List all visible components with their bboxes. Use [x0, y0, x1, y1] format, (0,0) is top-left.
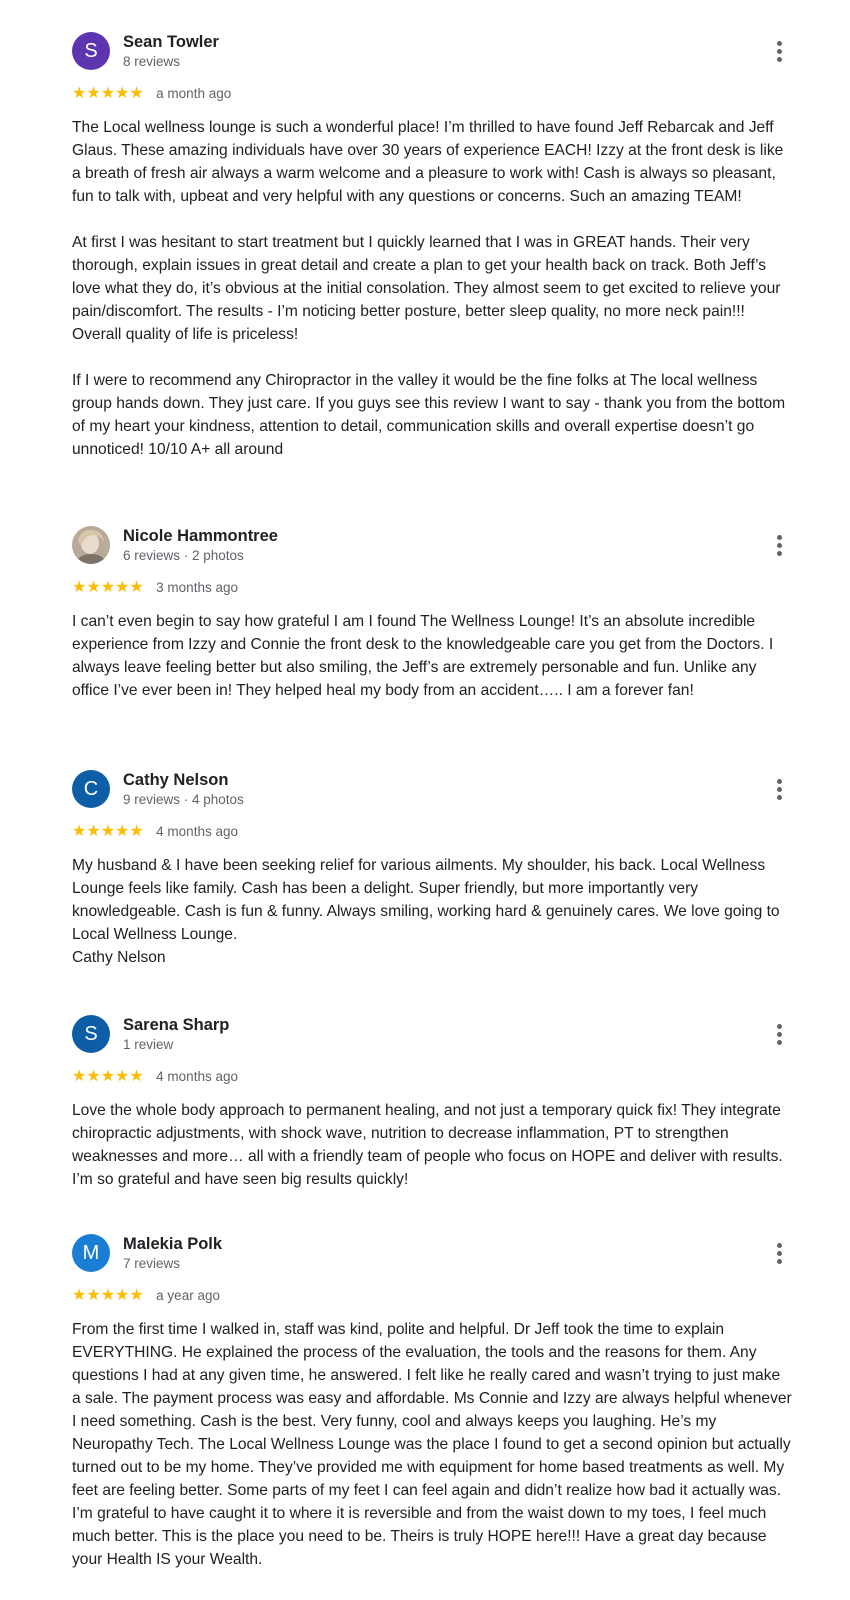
avatar[interactable]: [72, 526, 110, 564]
review-paragraph: I can’t even begin to say how grateful I…: [72, 613, 774, 699]
star-rating: ★★★★★: [72, 821, 144, 840]
rating-row: ★★★★★ a year ago: [72, 1284, 792, 1306]
review-card: M Malekia Polk 7 reviews ★★★★★ a year ag…: [72, 1234, 792, 1571]
review-date: a year ago: [156, 1288, 220, 1303]
star-rating: ★★★★★: [72, 577, 144, 596]
review-paragraph: If I were to recommend any Chiropractor …: [72, 372, 786, 458]
reviewer-name[interactable]: Cathy Nelson: [123, 771, 228, 790]
review-header: S Sarena Sharp 1 review: [72, 1015, 792, 1057]
review-text: Love the whole body approach to permanen…: [72, 1099, 792, 1191]
star-rating: ★★★★★: [72, 1285, 144, 1304]
avatar[interactable]: S: [72, 1015, 110, 1053]
more-options-icon[interactable]: [768, 1241, 792, 1267]
more-options-icon[interactable]: [768, 1022, 792, 1048]
reviewer-meta: 7 reviews: [123, 1256, 181, 1271]
reviewer-meta: 6 reviews · 2 photos: [123, 548, 244, 563]
review-text: From the first time I walked in, staff w…: [72, 1318, 792, 1571]
review-card: S Sean Towler 8 reviews ★★★★★ a month ag…: [72, 32, 792, 461]
review-date: 4 months ago: [156, 824, 238, 839]
reviewer-meta: 8 reviews: [123, 54, 181, 69]
avatar[interactable]: M: [72, 1234, 110, 1272]
review-card: S Sarena Sharp 1 review ★★★★★ 4 months a…: [72, 1015, 792, 1191]
avatar[interactable]: S: [72, 32, 110, 70]
reviewer-name[interactable]: Nicole Hammontree: [123, 527, 278, 546]
more-options-icon[interactable]: [768, 533, 792, 559]
star-rating: ★★★★★: [72, 83, 144, 102]
review-header: C Cathy Nelson 9 reviews · 4 photos: [72, 770, 792, 812]
avatar-photo-icon: [72, 526, 110, 564]
review-card: Nicole Hammontree 6 reviews · 2 photos ★…: [72, 526, 792, 702]
review-text: The Local wellness lounge is such a wond…: [72, 116, 792, 461]
review-header: Nicole Hammontree 6 reviews · 2 photos: [72, 526, 792, 568]
review-header: S Sean Towler 8 reviews: [72, 32, 792, 74]
review-card: C Cathy Nelson 9 reviews · 4 photos ★★★★…: [72, 770, 792, 969]
reviewer-meta: 1 review: [123, 1037, 174, 1052]
star-rating: ★★★★★: [72, 1066, 144, 1085]
review-paragraph: Love the whole body approach to permanen…: [72, 1102, 783, 1188]
review-date: 4 months ago: [156, 1069, 238, 1084]
review-date: 3 months ago: [156, 580, 238, 595]
review-date: a month ago: [156, 86, 232, 101]
more-options-icon[interactable]: [768, 777, 792, 803]
reviewer-name[interactable]: Sarena Sharp: [123, 1016, 229, 1035]
reviewer-name[interactable]: Malekia Polk: [123, 1235, 222, 1254]
rating-row: ★★★★★ 4 months ago: [72, 820, 792, 842]
review-paragraph: My husband & I have been seeking relief …: [72, 857, 780, 966]
review-header: M Malekia Polk 7 reviews: [72, 1234, 792, 1276]
review-text: My husband & I have been seeking relief …: [72, 854, 792, 969]
review-text: I can’t even begin to say how grateful I…: [72, 610, 792, 702]
more-options-icon[interactable]: [768, 39, 792, 65]
reviewer-name[interactable]: Sean Towler: [123, 33, 219, 52]
review-paragraph: From the first time I walked in, staff w…: [72, 1321, 792, 1568]
avatar[interactable]: C: [72, 770, 110, 808]
rating-row: ★★★★★ 4 months ago: [72, 1065, 792, 1087]
review-paragraph: The Local wellness lounge is such a wond…: [72, 119, 784, 205]
review-paragraph: At first I was hesitant to start treatme…: [72, 234, 781, 343]
rating-row: ★★★★★ 3 months ago: [72, 576, 792, 598]
rating-row: ★★★★★ a month ago: [72, 82, 792, 104]
reviewer-meta: 9 reviews · 4 photos: [123, 792, 244, 807]
